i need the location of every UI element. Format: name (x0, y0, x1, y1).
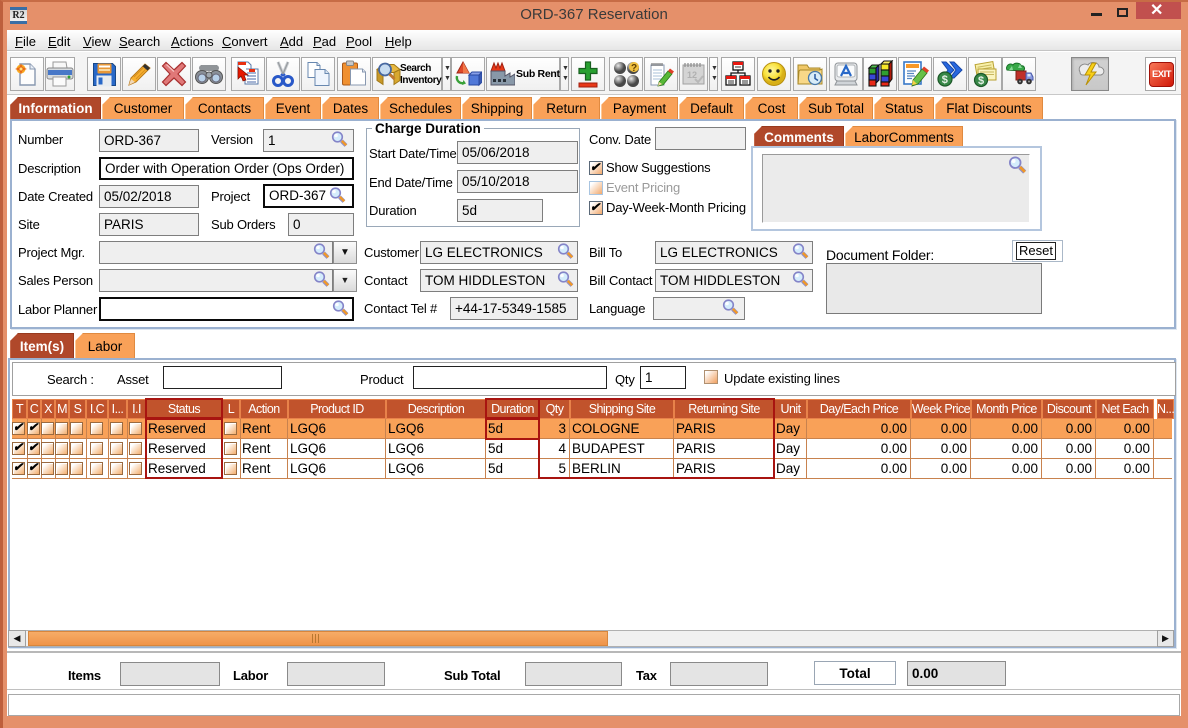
svg-text:$: $ (942, 74, 948, 86)
svg-text:$: $ (978, 75, 984, 87)
svg-text:?: ? (631, 63, 637, 74)
